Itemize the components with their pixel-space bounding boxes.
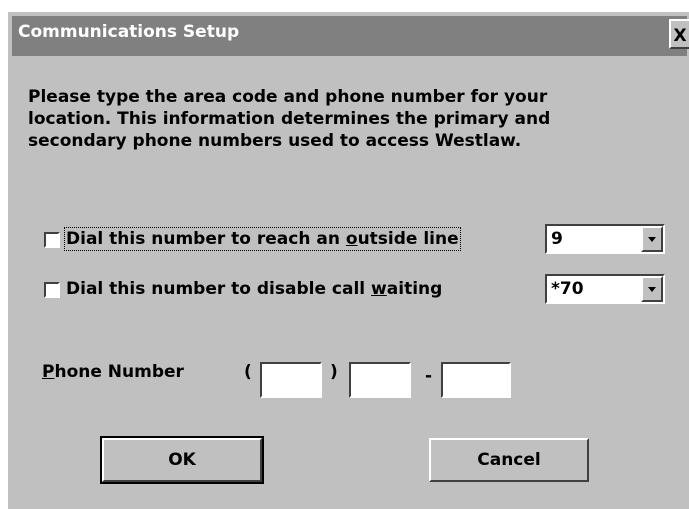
outside-line-label[interactable]: Dial this number to reach an outside lin… xyxy=(64,227,461,251)
outside-line-dropdown-button[interactable] xyxy=(641,226,663,252)
phone-number-label: Phone Number xyxy=(42,362,184,382)
outside-line-combo[interactable]: 9 xyxy=(545,224,665,254)
call-waiting-value: *70 xyxy=(551,279,584,299)
outside-line-checkbox[interactable] xyxy=(44,232,60,248)
instructions-line-2: location. This information determines th… xyxy=(28,109,551,129)
instructions-text: Please type the area code and phone numb… xyxy=(28,86,628,152)
window-title: Communications Setup xyxy=(18,22,240,42)
instructions-line-3: secondary phone numbers used to access W… xyxy=(28,131,522,151)
close-paren: ) xyxy=(330,362,338,382)
call-waiting-combo[interactable]: *70 xyxy=(545,274,665,304)
close-icon: X xyxy=(673,26,687,46)
ok-button[interactable]: OK xyxy=(100,436,264,484)
title-bar[interactable]: Communications Setup X xyxy=(12,16,689,56)
outside-line-value: 9 xyxy=(551,229,563,249)
cancel-button[interactable]: Cancel xyxy=(429,438,589,482)
phone-line-field[interactable] xyxy=(441,362,511,398)
instructions-line-1: Please type the area code and phone numb… xyxy=(28,87,548,107)
call-waiting-dropdown-button[interactable] xyxy=(641,276,663,302)
chevron-down-icon xyxy=(648,287,656,292)
dash-separator: - xyxy=(425,366,433,386)
chevron-down-icon xyxy=(648,237,656,242)
communications-setup-dialog: Communications Setup X xyxy=(6,10,689,509)
phone-prefix-field[interactable] xyxy=(349,362,411,398)
call-waiting-label[interactable]: Dial this number to disable call waiting xyxy=(66,279,442,299)
call-waiting-checkbox[interactable] xyxy=(44,282,60,298)
area-code-field[interactable] xyxy=(260,362,322,398)
open-paren: ( xyxy=(244,362,252,382)
close-button[interactable]: X xyxy=(669,19,689,49)
